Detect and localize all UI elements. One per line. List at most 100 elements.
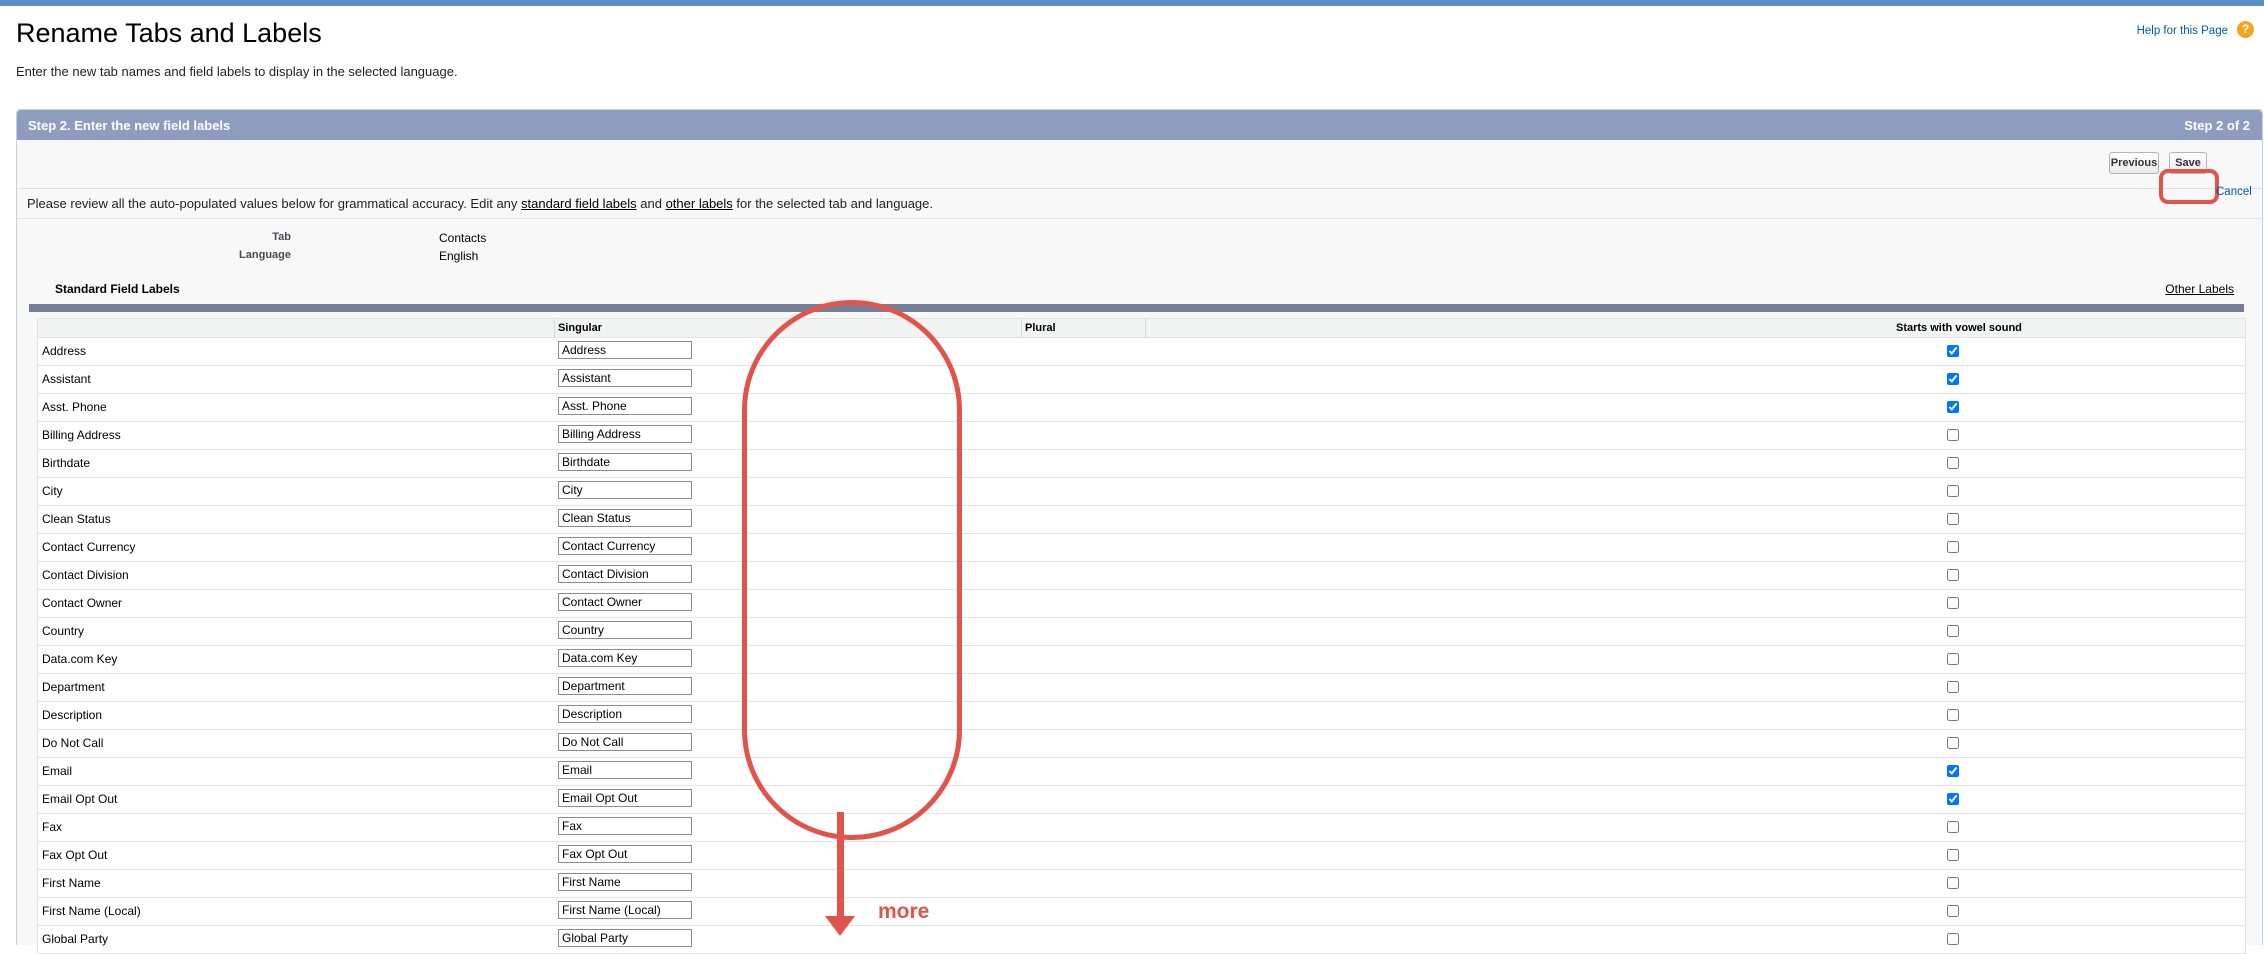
singular-input[interactable] bbox=[558, 845, 692, 863]
vowel-sound-checkbox[interactable] bbox=[1947, 345, 1959, 357]
field-label: Description bbox=[42, 708, 103, 722]
singular-input[interactable] bbox=[558, 929, 692, 947]
other-labels-inline-link[interactable]: other labels bbox=[666, 196, 733, 211]
vowel-sound-checkbox[interactable] bbox=[1947, 905, 1959, 917]
vowel-sound-checkbox[interactable] bbox=[1947, 709, 1959, 721]
table-row: Assistant bbox=[38, 366, 2245, 394]
singular-input[interactable] bbox=[558, 341, 692, 359]
singular-input[interactable] bbox=[558, 817, 692, 835]
vowel-sound-checkbox[interactable] bbox=[1947, 681, 1959, 693]
step-indicator: Step 2 of 2 bbox=[2184, 118, 2250, 133]
vowel-sound-checkbox[interactable] bbox=[1947, 373, 1959, 385]
instructions-part1: Please review all the auto-populated val… bbox=[27, 196, 522, 211]
singular-input[interactable] bbox=[558, 761, 692, 779]
vowel-sound-checkbox[interactable] bbox=[1947, 765, 1959, 777]
vowel-sound-checkbox[interactable] bbox=[1947, 653, 1959, 665]
divider bbox=[17, 218, 2262, 219]
table-row: First Name bbox=[38, 870, 2245, 898]
vowel-sound-checkbox[interactable] bbox=[1947, 429, 1959, 441]
table-body: Address Assistant Asst. Phone Billing Addre… bbox=[38, 338, 2245, 954]
singular-input[interactable] bbox=[558, 593, 692, 611]
instructions-text: Please review all the auto-populated val… bbox=[27, 196, 933, 211]
field-label: First Name bbox=[42, 876, 101, 890]
other-labels-link[interactable]: Other Labels bbox=[2165, 282, 2234, 296]
singular-input[interactable] bbox=[558, 677, 692, 695]
singular-input[interactable] bbox=[558, 537, 692, 555]
vowel-sound-checkbox[interactable] bbox=[1947, 513, 1959, 525]
save-highlight-annotation bbox=[2159, 169, 2219, 204]
vowel-column-header: Starts with vowel sound bbox=[1896, 322, 2022, 334]
top-decorative-strip bbox=[0, 0, 2264, 6]
singular-input[interactable] bbox=[558, 397, 692, 415]
field-label: Global Party bbox=[42, 932, 109, 946]
singular-input[interactable] bbox=[558, 509, 692, 527]
table-row: Email Opt Out bbox=[38, 786, 2245, 814]
table-row: Contact Owner bbox=[38, 590, 2245, 618]
language-value: English bbox=[439, 249, 479, 263]
step-title: Step 2. Enter the new field labels bbox=[28, 118, 231, 133]
plural-column-header: Plural bbox=[1025, 322, 1056, 334]
vowel-sound-checkbox[interactable] bbox=[1947, 597, 1959, 609]
field-label: Asst. Phone bbox=[42, 400, 107, 414]
vowel-sound-checkbox[interactable] bbox=[1947, 569, 1959, 581]
field-label: Billing Address bbox=[42, 428, 121, 442]
vowel-sound-checkbox[interactable] bbox=[1947, 401, 1959, 413]
cancel-link[interactable]: Cancel bbox=[2216, 186, 2252, 198]
step-panel: Step 2. Enter the new field labels Step … bbox=[16, 109, 2263, 954]
table-row: Department bbox=[38, 674, 2245, 702]
singular-input[interactable] bbox=[558, 789, 692, 807]
help-link[interactable]: Help for this Page bbox=[2137, 25, 2228, 37]
down-arrow-icon bbox=[825, 916, 855, 936]
vowel-sound-checkbox[interactable] bbox=[1947, 821, 1959, 833]
help-icon[interactable]: ? bbox=[2237, 21, 2254, 38]
vowel-sound-checkbox[interactable] bbox=[1947, 485, 1959, 497]
singular-column-highlight-annotation bbox=[742, 300, 962, 840]
singular-input[interactable] bbox=[558, 733, 692, 751]
field-label: Do Not Call bbox=[42, 736, 104, 750]
more-arrow-shaft bbox=[837, 812, 844, 920]
singular-input[interactable] bbox=[558, 705, 692, 723]
section-divider-bar bbox=[29, 304, 2244, 312]
field-label: Fax Opt Out bbox=[42, 848, 108, 862]
singular-input[interactable] bbox=[558, 873, 692, 891]
singular-input[interactable] bbox=[558, 621, 692, 639]
singular-column-header: Singular bbox=[558, 322, 603, 334]
tab-label: Tab bbox=[272, 231, 291, 243]
table-row: Email bbox=[38, 758, 2245, 786]
field-label: Clean Status bbox=[42, 512, 111, 526]
vowel-sound-checkbox[interactable] bbox=[1947, 541, 1959, 553]
field-label: Assistant bbox=[42, 372, 91, 386]
table-row: Address bbox=[38, 338, 2245, 366]
table-row: Country bbox=[38, 618, 2245, 646]
page-description: Enter the new tab names and field labels… bbox=[16, 64, 458, 79]
field-label: Contact Currency bbox=[42, 540, 136, 554]
table-row: Fax Opt Out bbox=[38, 842, 2245, 870]
vowel-sound-checkbox[interactable] bbox=[1947, 737, 1959, 749]
singular-input[interactable] bbox=[558, 649, 692, 667]
singular-input[interactable] bbox=[558, 425, 692, 443]
singular-input[interactable] bbox=[558, 481, 692, 499]
previous-button[interactable]: Previous bbox=[2109, 152, 2159, 174]
more-annotation: more bbox=[878, 900, 930, 923]
table-row: Contact Division bbox=[38, 562, 2245, 590]
vowel-sound-checkbox[interactable] bbox=[1947, 625, 1959, 637]
vowel-sound-checkbox[interactable] bbox=[1947, 457, 1959, 469]
vowel-sound-checkbox[interactable] bbox=[1947, 933, 1959, 945]
table-row: Data.com Key bbox=[38, 646, 2245, 674]
field-label: Country bbox=[42, 624, 85, 638]
vowel-sound-checkbox[interactable] bbox=[1947, 849, 1959, 861]
table-row: Description bbox=[38, 702, 2245, 730]
singular-input[interactable] bbox=[558, 453, 692, 471]
singular-input[interactable] bbox=[558, 369, 692, 387]
standard-field-labels-link[interactable]: standard field labels bbox=[521, 196, 637, 211]
singular-input[interactable] bbox=[558, 901, 692, 919]
section-title: Standard Field Labels bbox=[55, 282, 180, 296]
table-row: Do Not Call bbox=[38, 730, 2245, 758]
vowel-sound-checkbox[interactable] bbox=[1947, 793, 1959, 805]
table-row: Birthdate bbox=[38, 450, 2245, 478]
field-label: Fax bbox=[42, 820, 63, 834]
field-label: Email bbox=[42, 764, 73, 778]
singular-input[interactable] bbox=[558, 565, 692, 583]
header-divider bbox=[554, 319, 555, 337]
vowel-sound-checkbox[interactable] bbox=[1947, 877, 1959, 889]
